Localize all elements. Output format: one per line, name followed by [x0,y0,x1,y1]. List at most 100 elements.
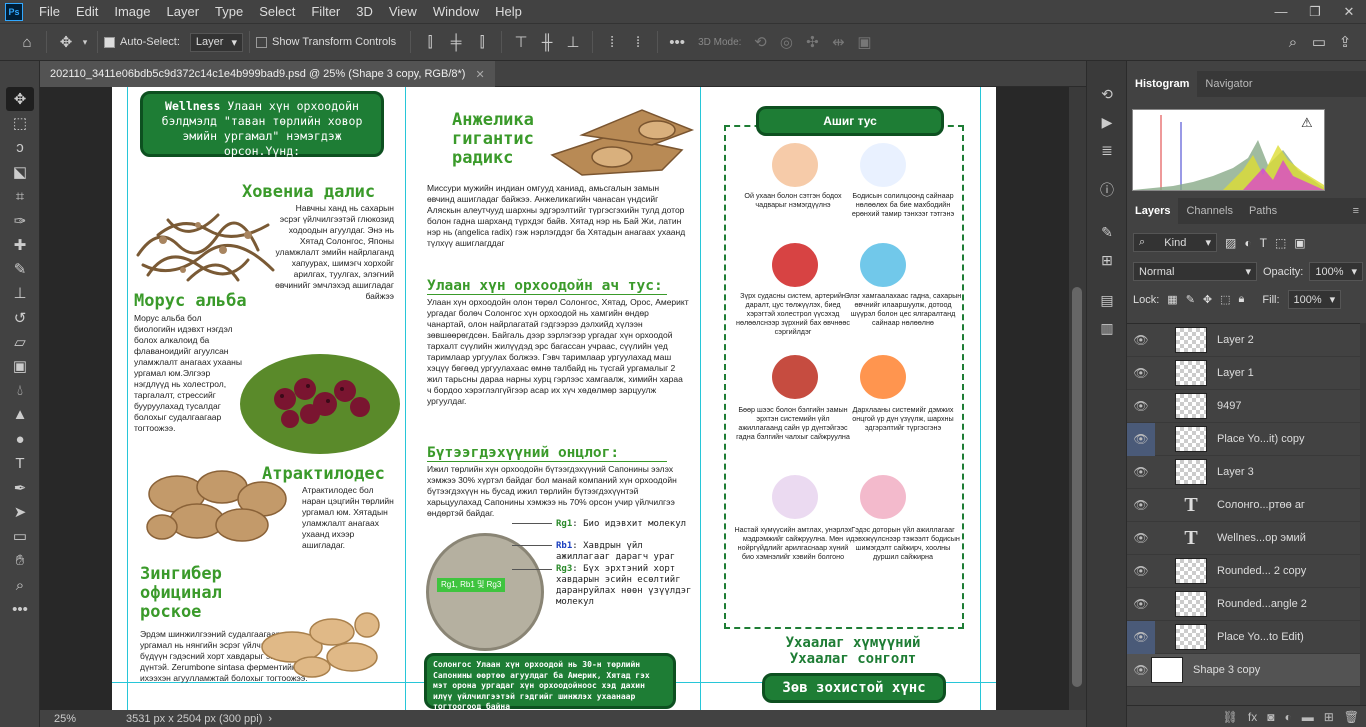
filter-type-icon[interactable]: T [1260,236,1267,250]
visibility-eye-icon[interactable]: 👁︎ [1127,456,1155,489]
scroll-thumb[interactable] [1072,287,1082,687]
share-icon[interactable]: ⇪ [1332,30,1358,54]
menu-type[interactable]: Type [207,0,251,23]
tab-navigator[interactable]: Navigator [1197,71,1260,97]
menu-select[interactable]: Select [251,0,303,23]
crop-tool-icon[interactable]: ⌗ [6,184,34,208]
layer-name[interactable]: Wellnes...ор эмий [1217,532,1306,544]
blend-mode-dropdown[interactable]: Normal ▾ [1133,262,1257,281]
lock-all-icon[interactable]: 🔒︎ [1239,293,1245,306]
blur-tool-icon[interactable]: 💧︎ [6,379,34,403]
close-tab-icon[interactable]: ✕ [475,68,484,81]
history-brush-tool-icon[interactable]: ↺ [6,306,34,330]
align-hcenter-icon[interactable]: ╪ [443,30,469,54]
delete-layer-icon[interactable]: 🗑︎ [1344,710,1359,724]
menu-layer[interactable]: Layer [159,0,208,23]
layer-name[interactable]: Layer 2 [1217,334,1254,346]
transform-controls-checkbox[interactable] [255,36,267,48]
more-options-icon[interactable]: ••• [664,30,690,54]
layer-row[interactable]: 👁︎ T Солонго...ртөө аг [1127,489,1360,522]
tab-histogram[interactable]: Histogram [1127,71,1198,97]
status-menu-icon[interactable]: › [268,713,272,725]
layer-name[interactable]: Солонго...ртөө аг [1217,499,1305,511]
visibility-eye-icon[interactable]: 👁︎ [1127,522,1155,555]
restore-icon[interactable]: ❐ [1298,0,1332,23]
menu-help[interactable]: Help [487,0,530,23]
close-icon[interactable]: ✕ [1332,0,1366,23]
marquee-tool-icon[interactable]: ⬚ [6,111,34,135]
eraser-tool-icon[interactable]: ▱ [6,330,34,354]
gradient-tool-icon[interactable]: ▣ [6,354,34,378]
layer-name[interactable]: Layer 3 [1217,466,1254,478]
shape-tool-icon[interactable]: ▭ [6,524,34,548]
vertical-scrollbar[interactable] [1069,87,1086,710]
search-icon[interactable]: ⌕ [1280,30,1306,54]
adjustments-icon[interactable]: ⊞ [1095,249,1119,271]
menu-view[interactable]: View [381,0,425,23]
distribute-2-icon[interactable]: ⦙ [625,30,651,54]
tab-paths[interactable]: Paths [1241,198,1285,224]
brush-settings-icon[interactable]: ✎ [1095,221,1119,243]
add-mask-icon[interactable]: ◙ [1267,710,1274,724]
lock-transparency-icon[interactable]: ▦ [1167,293,1177,306]
actions-play-icon[interactable]: ▶ [1095,111,1119,133]
visibility-eye-icon[interactable]: 👁︎ [1127,620,1155,654]
workspace-icon[interactable]: ▭ [1306,30,1332,54]
3d-pan-icon[interactable]: ✣ [799,30,825,54]
layer-row[interactable]: 👁︎ Layer 1 [1127,357,1360,390]
auto-select-dropdown[interactable]: Layer ▾ [189,32,243,52]
brush-tool-icon[interactable]: ✎ [6,257,34,281]
3d-slide-icon[interactable]: ⇹ [825,30,851,54]
visibility-eye-icon[interactable]: 👁︎ [1127,390,1155,423]
info-icon[interactable]: ⓘ [1095,179,1119,201]
eyedropper-tool-icon[interactable]: ✑ [6,209,34,233]
move-tool-icon[interactable]: ✥ [53,30,79,54]
opacity-input[interactable]: 100% ▾ [1309,262,1364,281]
layer-row[interactable]: 👁︎ T Wellnes...ор эмий [1127,522,1360,555]
layer-row[interactable]: 👁︎ Rounded...angle 2 [1127,588,1360,621]
visibility-eye-icon[interactable]: 👁︎ [1127,357,1155,390]
adjustment-layer-icon[interactable]: ◐ [1284,710,1291,724]
link-layers-icon[interactable]: ⛓︎ [1223,710,1238,724]
layer-row[interactable]: 👁︎ Place Yo...it) copy [1127,422,1360,456]
visibility-eye-icon[interactable]: 👁︎ [1127,324,1155,357]
layer-name[interactable]: Place Yo...it) copy [1217,433,1304,445]
layer-name[interactable]: Place Yo...to Edit) [1217,631,1304,643]
panel-menu-icon[interactable]: ≡ [1345,198,1366,224]
layer-row[interactable]: 👁︎ Shape 3 copy [1127,654,1360,687]
tab-layers[interactable]: Layers [1127,198,1179,224]
layer-name[interactable]: Rounded...angle 2 [1217,598,1307,610]
properties-icon[interactable]: ≣ [1095,139,1119,161]
tab-channels[interactable]: Channels [1178,198,1240,224]
zoom-tool-icon[interactable]: ⌕ [6,573,34,597]
menu-image[interactable]: Image [106,0,158,23]
align-vcenter-icon[interactable]: ╫ [534,30,560,54]
distribute-icon[interactable]: ⁞ [599,30,625,54]
align-top-icon[interactable]: ⊤ [508,30,534,54]
filter-kind-dropdown[interactable]: ⌕ Kind ▾ [1133,233,1217,252]
hand-tool-icon[interactable]: ✋︎ [6,549,34,573]
menu-file[interactable]: File [31,0,68,23]
layer-row[interactable]: 👁︎ 9497 [1127,390,1360,423]
lock-artboard-icon[interactable]: ⬚ [1220,293,1230,306]
clone-stamp-tool-icon[interactable]: ⊥ [6,281,34,305]
filter-pixel-icon[interactable]: ▨ [1225,236,1236,250]
canvas-area[interactable]: Wellness Улаан хүн орхоодойн бэлдмэлд "т… [40,87,1086,710]
pen-tool-icon[interactable]: ✒ [6,476,34,500]
filter-adjustment-icon[interactable]: ◐ [1244,236,1251,250]
layer-name[interactable]: Layer 1 [1217,367,1254,379]
visibility-eye-icon[interactable]: 👁︎ [1127,422,1155,456]
healing-brush-tool-icon[interactable]: ✚ [6,233,34,257]
layer-style-icon[interactable]: fx [1248,710,1257,724]
sharpen-tool-icon[interactable]: ▲ [6,403,34,427]
more-tools-icon[interactable]: ••• [6,597,34,621]
fill-input[interactable]: 100% ▾ [1287,290,1342,309]
history-icon[interactable]: ⟲ [1095,83,1119,105]
new-layer-icon[interactable]: ⊞ [1324,710,1334,724]
document-canvas[interactable]: Wellness Улаан хүн орхоодойн бэлдмэлд "т… [112,87,996,710]
filter-shape-icon[interactable]: ⬚ [1275,236,1286,250]
menu-filter[interactable]: Filter [303,0,348,23]
align-left-icon[interactable]: ⫿ [417,30,443,54]
libraries-icon[interactable]: ▥ [1095,317,1119,339]
move-tool-icon[interactable]: ✥ [6,87,34,111]
